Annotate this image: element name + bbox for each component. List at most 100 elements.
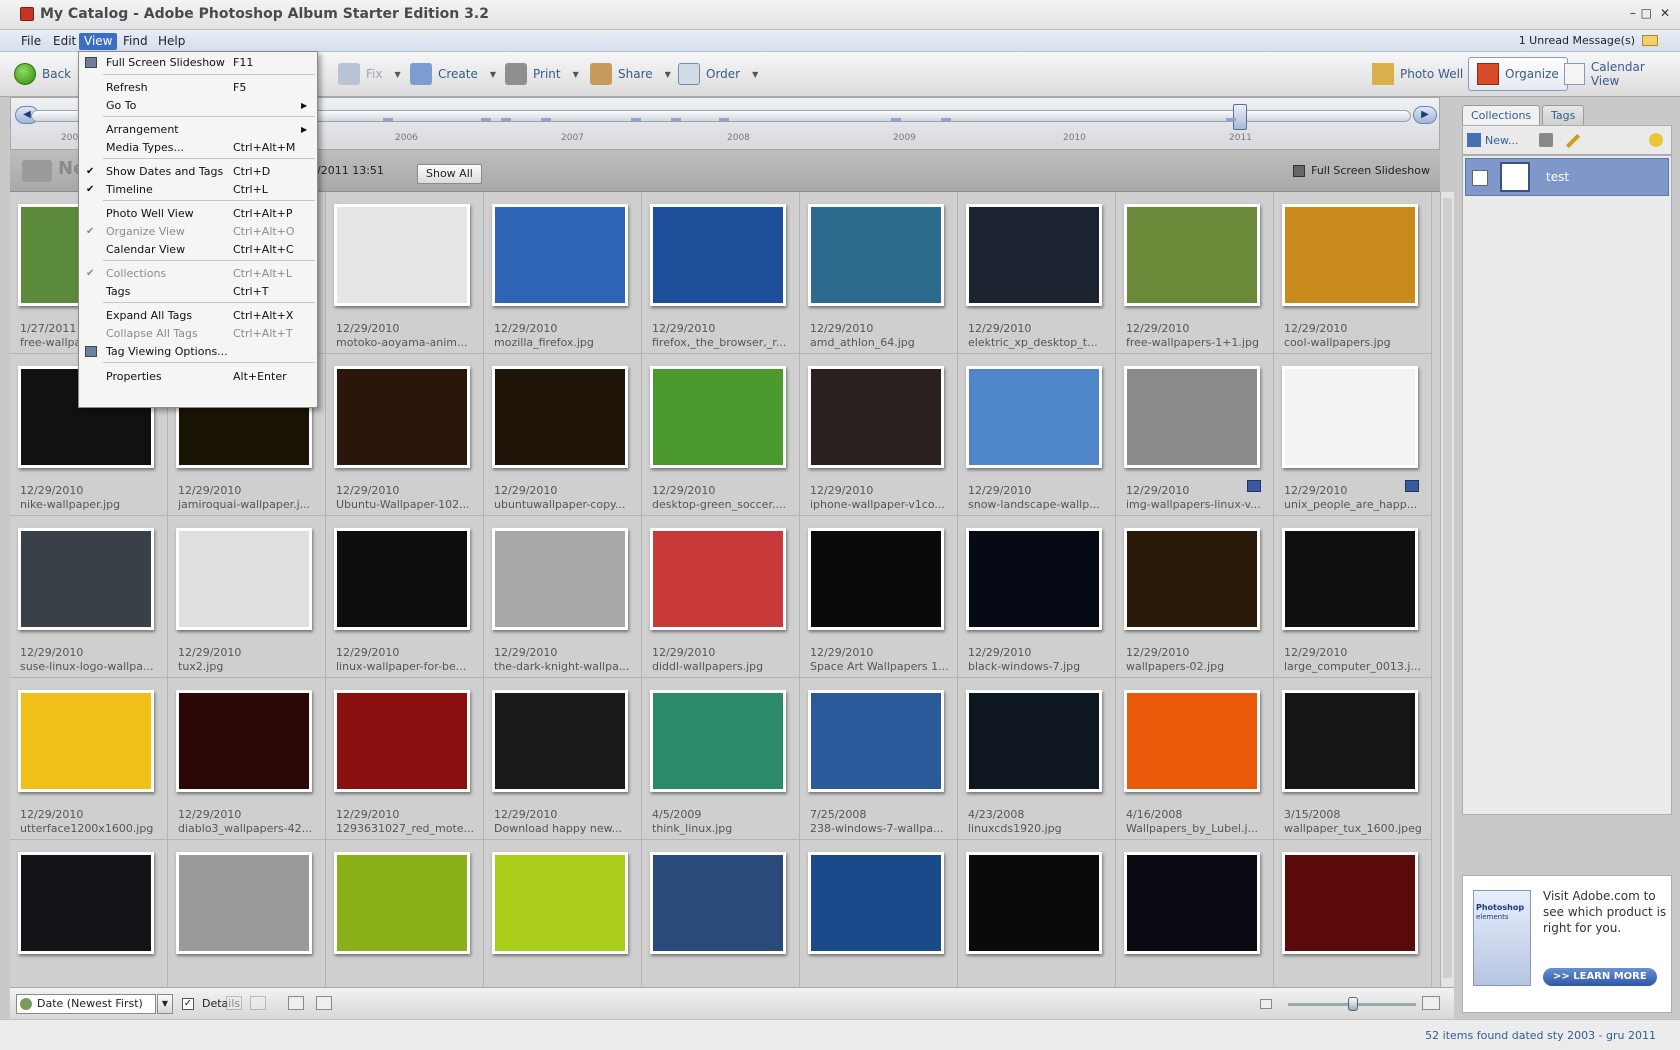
photo-cell[interactable]: 4/5/2009 think_linux.jpg — [642, 678, 800, 840]
photo-cell[interactable]: 12/29/2010 large_computer_0013.j... — [1274, 516, 1432, 678]
photo-thumbnail[interactable] — [18, 852, 154, 954]
photo-thumbnail[interactable] — [492, 852, 628, 954]
photo-thumbnail[interactable] — [650, 528, 786, 630]
photo-thumbnail[interactable] — [650, 204, 786, 306]
photo-thumbnail[interactable] — [808, 528, 944, 630]
photo-cell[interactable]: 12/29/2010 iphone-wallpaper-v1co... — [800, 354, 958, 516]
photo-thumbnail[interactable] — [966, 690, 1102, 792]
menu-find[interactable]: Find — [118, 33, 153, 50]
photo-cell[interactable]: 12/29/2010 ubuntuwallpaper-copy... — [484, 354, 642, 516]
restore-icon[interactable]: □ — [1641, 6, 1652, 20]
view-menu-item[interactable]: ✔ Organize View Ctrl+Alt+O — [79, 222, 317, 241]
photo-thumbnail[interactable] — [176, 690, 312, 792]
trash-icon[interactable] — [1539, 133, 1553, 147]
lightbulb-icon[interactable] — [1649, 133, 1663, 147]
close-icon[interactable]: ✕ — [1660, 6, 1670, 20]
pencil-icon[interactable] — [1565, 133, 1581, 149]
vertical-scrollbar[interactable] — [1440, 192, 1454, 987]
fix-button[interactable]: Fix ▼ — [338, 59, 401, 89]
photo-cell[interactable] — [10, 840, 168, 987]
photo-cell[interactable]: 12/29/2010 motoko-aoyama-anim... — [326, 192, 484, 354]
view-menu-item[interactable]: Tag Viewing Options... — [79, 342, 317, 361]
photo-thumbnail[interactable] — [18, 528, 154, 630]
photo-cell[interactable]: 12/29/2010 black-windows-7.jpg — [958, 516, 1116, 678]
photo-cell[interactable]: 12/29/2010 1293631027_red_mote... — [326, 678, 484, 840]
menu-file[interactable]: File — [16, 33, 46, 50]
photo-thumbnail[interactable] — [966, 204, 1102, 306]
photo-thumbnail[interactable] — [1282, 528, 1418, 630]
photo-cell[interactable]: 12/29/2010 the-dark-knight-wallpa... — [484, 516, 642, 678]
photo-thumbnail[interactable] — [334, 366, 470, 468]
photo-cell[interactable]: 12/29/2010 snow-landscape-wallp... — [958, 354, 1116, 516]
view-menu-item[interactable]: Go To ▶ — [79, 96, 317, 115]
sort-dropdown-arrow[interactable]: ▼ — [157, 994, 173, 1014]
photo-cell[interactable]: 3/15/2008 wallpaper_tux_1600.jpeg — [1274, 678, 1432, 840]
menu-edit[interactable]: Edit — [48, 33, 81, 50]
photo-cell[interactable]: 12/29/2010 firefox,_the_browser,_r... — [642, 192, 800, 354]
thumbnail-size-knob[interactable] — [1348, 997, 1358, 1011]
photo-thumbnail[interactable] — [18, 690, 154, 792]
photo-thumbnail[interactable] — [176, 528, 312, 630]
photo-cell[interactable] — [168, 840, 326, 987]
view-menu-item[interactable]: Tags Ctrl+T — [79, 282, 317, 301]
rotate-right-icon[interactable] — [250, 996, 266, 1010]
photo-cell[interactable] — [484, 840, 642, 987]
photo-cell[interactable]: 4/16/2008 Wallpapers_by_Lubel.j... — [1116, 678, 1274, 840]
view-menu-item[interactable]: ✔ Timeline Ctrl+L — [79, 180, 317, 199]
photo-cell[interactable]: 12/29/2010 amd_athlon_64.jpg — [800, 192, 958, 354]
photo-thumbnail[interactable] — [492, 204, 628, 306]
view-menu-item[interactable]: ✔ Show Dates and Tags Ctrl+D — [79, 162, 317, 181]
photo-cell[interactable]: 7/25/2008 238-windows-7-wallpa... — [800, 678, 958, 840]
view-menu-item[interactable]: Arrangement ▶ — [79, 120, 317, 139]
show-all-button[interactable]: Show All — [417, 164, 482, 184]
photo-cell[interactable] — [1116, 840, 1274, 987]
photo-cell[interactable]: 12/29/2010 Space Art Wallpapers 1... — [800, 516, 958, 678]
menu-help[interactable]: Help — [153, 33, 190, 50]
photo-thumbnail[interactable] — [808, 690, 944, 792]
details-checkbox[interactable]: ✓ — [182, 998, 194, 1010]
photo-thumbnail[interactable] — [966, 528, 1102, 630]
photo-thumbnail[interactable] — [334, 528, 470, 630]
photo-thumbnail[interactable] — [492, 366, 628, 468]
view-menu-item[interactable]: Expand All Tags Ctrl+Alt+X — [79, 306, 317, 325]
photo-cell[interactable]: 12/29/2010 cool-wallpapers.jpg — [1274, 192, 1432, 354]
photo-cell[interactable] — [800, 840, 958, 987]
scrollbar-thumb[interactable] — [1443, 198, 1452, 978]
photo-cell[interactable]: 4/23/2008 linuxcds1920.jpg — [958, 678, 1116, 840]
photo-cell[interactable]: 12/29/2010 diddl-wallpapers.jpg — [642, 516, 800, 678]
collection-item[interactable]: test — [1465, 158, 1669, 196]
create-button[interactable]: Create ▼ — [410, 59, 496, 89]
photo-cell[interactable]: 12/29/2010 img-wallpapers-linux-v... — [1116, 354, 1274, 516]
collection-checkbox[interactable] — [1472, 170, 1488, 186]
photo-thumbnail[interactable] — [650, 366, 786, 468]
photo-cell[interactable]: 12/29/2010 linux-wallpaper-for-be... — [326, 516, 484, 678]
view-menu-item[interactable]: Calendar View Ctrl+Alt+C — [79, 240, 317, 259]
timeline-handle[interactable] — [1233, 104, 1247, 130]
view-menu-item[interactable]: Refresh F5 — [79, 78, 317, 97]
photo-thumbnail[interactable] — [808, 204, 944, 306]
photo-thumbnail[interactable] — [650, 690, 786, 792]
stack-icon[interactable] — [288, 996, 304, 1010]
photo-cell[interactable] — [642, 840, 800, 987]
view-menu-item[interactable]: ✔ Collections Ctrl+Alt+L — [79, 264, 317, 283]
tab-collections[interactable]: Collections — [1462, 105, 1541, 125]
photo-thumbnail[interactable] — [808, 852, 944, 954]
share-button[interactable]: Share ▼ — [590, 59, 671, 89]
photo-thumbnail[interactable] — [1124, 852, 1260, 954]
photo-cell[interactable]: 12/29/2010 utterface1200x1600.jpg — [10, 678, 168, 840]
photo-thumbnail[interactable] — [1124, 528, 1260, 630]
timeline-right-arrow[interactable]: ▶ — [1413, 106, 1437, 124]
order-button[interactable]: Order ▼ — [678, 59, 758, 89]
mail-icon[interactable] — [1642, 35, 1658, 46]
photo-thumbnail[interactable] — [966, 366, 1102, 468]
photo-thumbnail[interactable] — [1124, 690, 1260, 792]
print-button[interactable]: Print ▼ — [505, 59, 579, 89]
photo-cell[interactable]: 12/29/2010 Ubuntu-Wallpaper-102... — [326, 354, 484, 516]
photo-thumbnail[interactable] — [1282, 366, 1418, 468]
tab-tags[interactable]: Tags — [1542, 105, 1585, 125]
view-menu-item[interactable]: Photo Well View Ctrl+Alt+P — [79, 204, 317, 223]
photo-cell[interactable]: 12/29/2010 desktop-green_soccer.... — [642, 354, 800, 516]
slideshow-small-icon[interactable] — [316, 996, 332, 1010]
back-button[interactable]: Back — [14, 59, 71, 89]
photo-cell[interactable] — [958, 840, 1116, 987]
